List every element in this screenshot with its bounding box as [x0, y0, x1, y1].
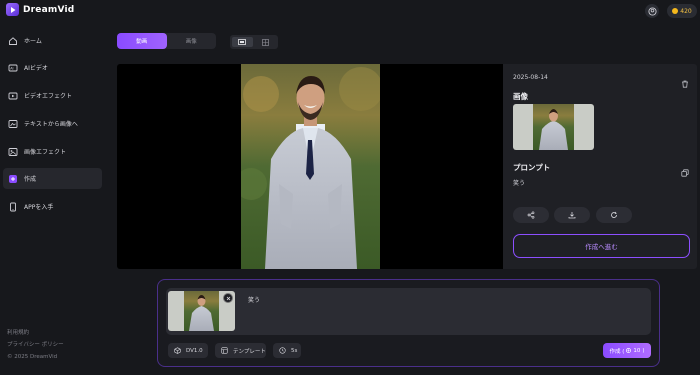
close-icon: [226, 296, 230, 300]
generation-date: 2025-08-14: [513, 74, 548, 81]
prompt-input[interactable]: 笑う: [248, 295, 260, 304]
account-button[interactable]: [645, 4, 659, 18]
download-icon: [568, 212, 576, 219]
credit-icon: [626, 348, 632, 353]
terms-link[interactable]: 利用規約: [7, 327, 64, 339]
footer-links: 利用規約 プライバシー ポリシー © 2025 DreamVid: [7, 327, 64, 363]
template-selector[interactable]: テンプレート: [215, 343, 266, 358]
credits-count: 420: [680, 7, 692, 15]
clock-icon: [279, 347, 286, 354]
create-suffix: ): [642, 347, 645, 354]
sidebar-item-label: テキストから画像へ: [24, 121, 78, 128]
sidebar-item-home[interactable]: ホーム: [3, 30, 102, 51]
credits-badge[interactable]: 420: [667, 4, 697, 18]
share-icon: [527, 211, 535, 219]
create-icon: [8, 174, 18, 184]
generation-details-panel: 2025-08-14 画像 プロンプト 笑う 作成へ進む: [503, 64, 697, 269]
tab-video[interactable]: 動画: [117, 33, 167, 49]
share-button[interactable]: [513, 207, 549, 223]
dreamvid-logo-icon: [6, 3, 19, 16]
prompt-heading: プロンプト: [513, 163, 551, 172]
template-icon: [221, 347, 228, 354]
prompt-text: 笑う: [513, 180, 526, 187]
create-label: 作成 (: [609, 348, 625, 355]
sidebar-item-get-app[interactable]: APPを入手: [3, 196, 102, 217]
ai-video-icon: AI: [8, 63, 18, 73]
tab-image[interactable]: 画像: [167, 33, 217, 49]
regenerate-button[interactable]: [596, 207, 632, 223]
cube-icon: [174, 347, 181, 354]
aspect-ratio-toggle: [230, 35, 278, 49]
preview-image: [241, 64, 380, 269]
privacy-link[interactable]: プライバシー ポリシー: [7, 339, 64, 351]
model-selector[interactable]: DV1.0: [168, 343, 208, 358]
app-name: DreamVid: [23, 4, 75, 15]
portrait-ratio-button[interactable]: [256, 37, 277, 47]
mobile-app-icon: [8, 202, 18, 212]
home-icon: [8, 36, 18, 46]
sidebar-item-text-to-image[interactable]: テキストから画像へ: [3, 113, 102, 134]
source-image-thumbnail[interactable]: [513, 104, 594, 150]
prompt-input-area[interactable]: [166, 288, 651, 335]
top-bar: DreamVid 420: [0, 0, 700, 22]
sidebar-item-image-effect[interactable]: 画像エフェクト: [3, 141, 102, 162]
copy-icon[interactable]: [681, 162, 689, 181]
coin-icon: [672, 8, 679, 14]
sidebar-item-label: APPを入手: [24, 204, 54, 211]
copyright-text: © 2025 DreamVid: [7, 354, 58, 360]
grid-view-icon: [262, 38, 270, 46]
mode-tabs: 動画 画像: [117, 33, 216, 49]
text-to-image-icon: [8, 119, 18, 129]
sidebar-item-label: ビデオエフェクト: [24, 93, 73, 100]
video-effect-icon: [8, 91, 18, 101]
duration-label: 5s: [291, 347, 298, 354]
app-logo[interactable]: DreamVid: [6, 3, 74, 16]
sidebar-item-label: 画像エフェクト: [24, 149, 67, 156]
user-icon: [647, 6, 657, 16]
svg-text:AI: AI: [10, 66, 13, 70]
sidebar-item-ai-video[interactable]: AI AIビデオ: [3, 57, 102, 78]
sidebar-item-label: AIビデオ: [24, 65, 48, 72]
template-label: テンプレート: [233, 348, 266, 355]
model-label: DV1.0: [186, 347, 203, 354]
sidebar-item-label: ホーム: [24, 38, 42, 45]
sidebar-item-video-effect[interactable]: ビデオエフェクト: [3, 85, 102, 106]
duration-selector[interactable]: 5s: [273, 343, 301, 358]
image-effect-icon: [8, 147, 18, 157]
create-cost: 10: [633, 347, 641, 354]
download-button[interactable]: [554, 207, 590, 223]
landscape-icon: [238, 39, 247, 45]
landscape-ratio-button[interactable]: [232, 37, 253, 47]
sidebar-item-label: 作成: [24, 176, 37, 183]
sidebar-item-create[interactable]: 作成: [3, 168, 102, 189]
image-heading: 画像: [513, 92, 528, 101]
trash-icon[interactable]: [681, 73, 689, 92]
remove-image-button[interactable]: [223, 293, 233, 303]
create-button[interactable]: 作成 ( 10 ): [603, 343, 651, 358]
go-to-create-button[interactable]: 作成へ進む: [513, 234, 690, 258]
refresh-icon: [611, 211, 617, 218]
